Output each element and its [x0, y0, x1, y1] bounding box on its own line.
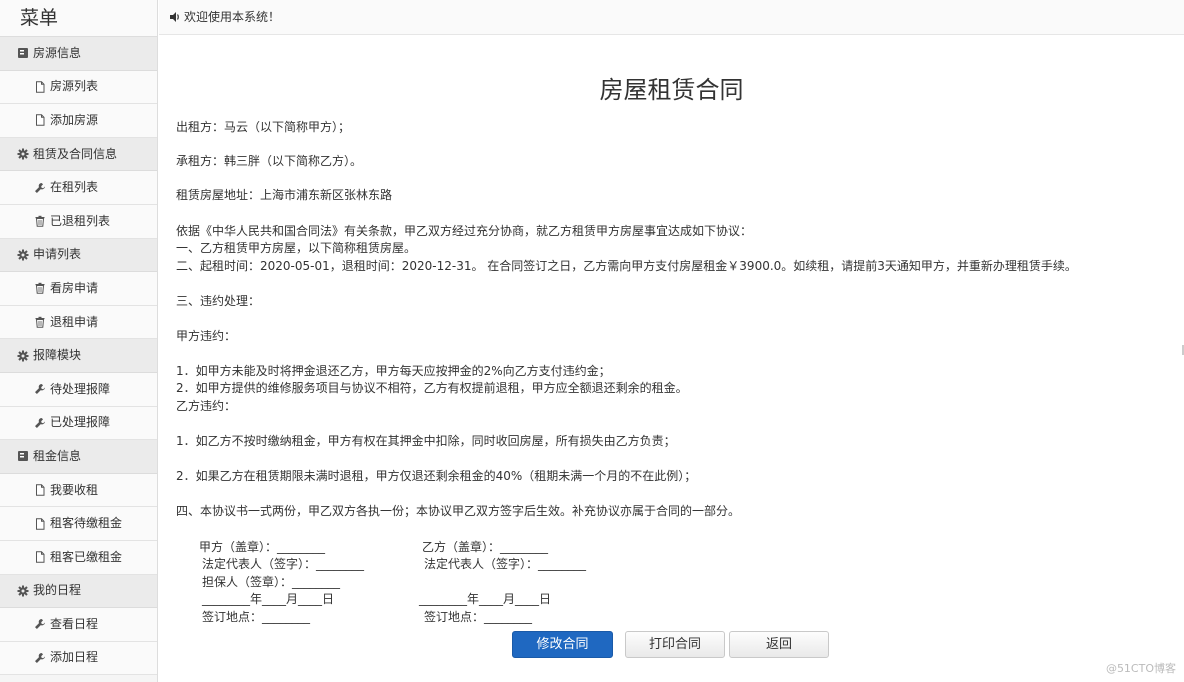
sidebar-item-0-1[interactable]: 添加房源	[0, 104, 157, 138]
party-b-breach-heading: 乙方违约：	[176, 399, 237, 413]
party-a-date: ________年____月____日	[202, 592, 335, 606]
sidebar-item-3-0[interactable]: 待处理报障	[0, 372, 157, 407]
sidebar-group-label: 租金信息	[33, 448, 82, 463]
party-b-date: ________年____月____日	[419, 592, 552, 606]
contract-title: 房屋租赁合同	[599, 76, 744, 104]
sidebar-item-4-1[interactable]: 租客待缴租金	[0, 507, 157, 541]
clause-3: 三、违约处理：	[176, 294, 261, 308]
sidebar-group-4[interactable]: 租金信息	[0, 440, 157, 474]
party-b-seal: 乙方（盖章）：________	[422, 540, 549, 554]
book-icon	[17, 450, 29, 462]
volume-icon	[169, 11, 181, 23]
trash-icon	[34, 316, 46, 328]
sidebar-group-label: 申请列表	[33, 247, 82, 262]
party-b-rep: 法定代表人（签字）：________	[424, 557, 587, 571]
lessee-line: 承租方：韩三胖（以下简称乙方）。	[176, 154, 363, 168]
party-a-rep: 法定代表人（签字）：________	[202, 557, 365, 571]
file-icon	[34, 114, 46, 127]
party-b-breach-1: 1．如乙方不按时缴纳租金，甲方有权在其押金中扣除，同时收回房屋，所有损失由乙方负…	[176, 434, 676, 448]
clause-4: 四、本协议书一式两份，甲乙双方各执一份；本协议甲乙双方签字后生效。补充协议亦属于…	[176, 504, 741, 518]
gear-icon	[17, 350, 29, 362]
party-a-breach-1: 1．如甲方未能及时将押金退还乙方，甲方每天应按押金的2%向乙方支付违约金；	[176, 364, 611, 378]
lessor-line: 出租方：马云（以下简称甲方）；	[176, 120, 351, 134]
file-icon	[34, 517, 46, 530]
book-icon	[17, 47, 29, 59]
sidebar: 菜单 房源信息房源列表添加房源租赁及合同信息 在租列表已退租列表申请列表看房申请退…	[0, 0, 158, 682]
party-a-seal: 甲方（盖章）：________	[199, 540, 326, 554]
wrench-icon	[34, 652, 46, 664]
file-icon	[34, 484, 46, 496]
sidebar-item-label: 租客已缴租金	[50, 549, 123, 564]
back-button[interactable]: 返回	[729, 631, 829, 658]
sidebar-item-0-0[interactable]: 房源列表	[0, 70, 157, 105]
contract-panel: 房屋租赁合同 出租方：马云（以下简称甲方）； 承租方：韩三胖（以下简称乙方）。 …	[159, 36, 1184, 682]
sidebar-group-label: 房源信息	[33, 45, 82, 60]
wrench-icon	[34, 182, 46, 194]
address-line: 租赁房屋地址：上海市浦东新区张林东路	[176, 188, 393, 202]
sidebar-group-label: 报障模块	[33, 348, 82, 363]
sidebar-group-label: 我的日程	[33, 583, 82, 598]
sidebar-item-4-0[interactable]: 我要收租	[0, 473, 157, 508]
menu-title: 菜单	[0, 0, 157, 37]
sidebar-group-2[interactable]: 申请列表	[0, 238, 157, 273]
sidebar-item-4-2[interactable]: 租客已缴租金	[0, 540, 157, 575]
clause-2: 二、起租时间：2020-05-01，退租时间：2020-12-31。 在合同签订…	[176, 259, 1077, 273]
sidebar-item-label: 在租列表	[50, 180, 99, 195]
wrench-icon	[34, 383, 46, 395]
sidebar-item-label: 添加房源	[50, 112, 99, 127]
sidebar-group-0[interactable]: 房源信息	[0, 37, 157, 71]
party-b-place: 签订地点：________	[424, 610, 533, 624]
sidebar-item-1-1[interactable]: 已退租列表	[0, 204, 157, 239]
welcome-text: 欢迎使用本系统！	[184, 9, 281, 24]
guarantor: 担保人（签章）：________	[202, 575, 341, 589]
print-contract-button[interactable]: 打印合同	[625, 631, 725, 658]
sidebar-item-2-1[interactable]: 退租申请	[0, 305, 157, 340]
trash-icon	[34, 215, 46, 227]
party-a-breach-2: 2．如甲方提供的维修服务项目与协议不相符，乙方有权提前退租，甲方应全额退还剩余的…	[176, 381, 688, 395]
trash-icon	[34, 282, 46, 295]
wrench-icon	[34, 618, 46, 630]
sidebar-item-5-1[interactable]: 添加日程	[0, 641, 157, 676]
edit-contract-button[interactable]: 修改合同	[512, 631, 613, 658]
sidebar-group-3[interactable]: 报障模块	[0, 339, 157, 373]
sidebar-item-3-1[interactable]: 已处理报障	[0, 406, 157, 441]
sidebar-item-label: 我要收租	[50, 482, 99, 497]
gear-icon	[17, 249, 29, 261]
sidebar-menu: 房源信息房源列表添加房源租赁及合同信息 在租列表已退租列表申请列表看房申请退租申请…	[0, 37, 157, 676]
sidebar-group-label: 租赁及合同信息	[33, 146, 118, 161]
sidebar-item-label: 待处理报障	[50, 381, 111, 396]
party-a-place: 签订地点：________	[202, 610, 311, 624]
intro-line: 依据《中华人民共和国合同法》有关条款，甲乙双方经过充分协商，就乙方租赁甲方房屋事…	[176, 224, 753, 238]
wrench-icon	[34, 417, 46, 429]
sidebar-item-2-0[interactable]: 看房申请	[0, 272, 157, 306]
sidebar-item-label: 已处理报障	[50, 415, 111, 430]
gear-icon	[17, 585, 29, 597]
sidebar-item-1-0[interactable]: 在租列表	[0, 171, 157, 205]
sidebar-item-5-0[interactable]: 查看日程	[0, 608, 157, 642]
gear-icon	[17, 148, 29, 160]
sidebar-group-5[interactable]: 我的日程	[0, 574, 157, 609]
clause-1: 一、乙方租赁甲方房屋，以下简称租赁房屋。	[176, 241, 417, 255]
sidebar-item-label: 租客待缴租金	[50, 516, 123, 531]
party-b-breach-2: 2．如果乙方在租赁期限未满时退租，甲方仅退还剩余租金的40%（租期未满一个月的不…	[176, 469, 697, 483]
sidebar-group-1[interactable]: 租赁及合同信息	[0, 137, 157, 172]
file-icon	[34, 551, 46, 564]
sidebar-item-label: 退租申请	[50, 314, 99, 329]
sidebar-item-label: 添加日程	[50, 650, 99, 665]
sidebar-item-label: 查看日程	[50, 616, 99, 631]
file-icon	[34, 81, 46, 93]
sidebar-item-label: 房源列表	[50, 79, 99, 94]
party-a-breach-heading: 甲方违约：	[176, 329, 237, 343]
sidebar-item-label: 已退租列表	[50, 213, 111, 228]
watermark: @51CTO博客	[1105, 662, 1176, 675]
sidebar-item-label: 看房申请	[50, 280, 99, 295]
top-bar: 欢迎使用本系统！	[159, 0, 1184, 35]
